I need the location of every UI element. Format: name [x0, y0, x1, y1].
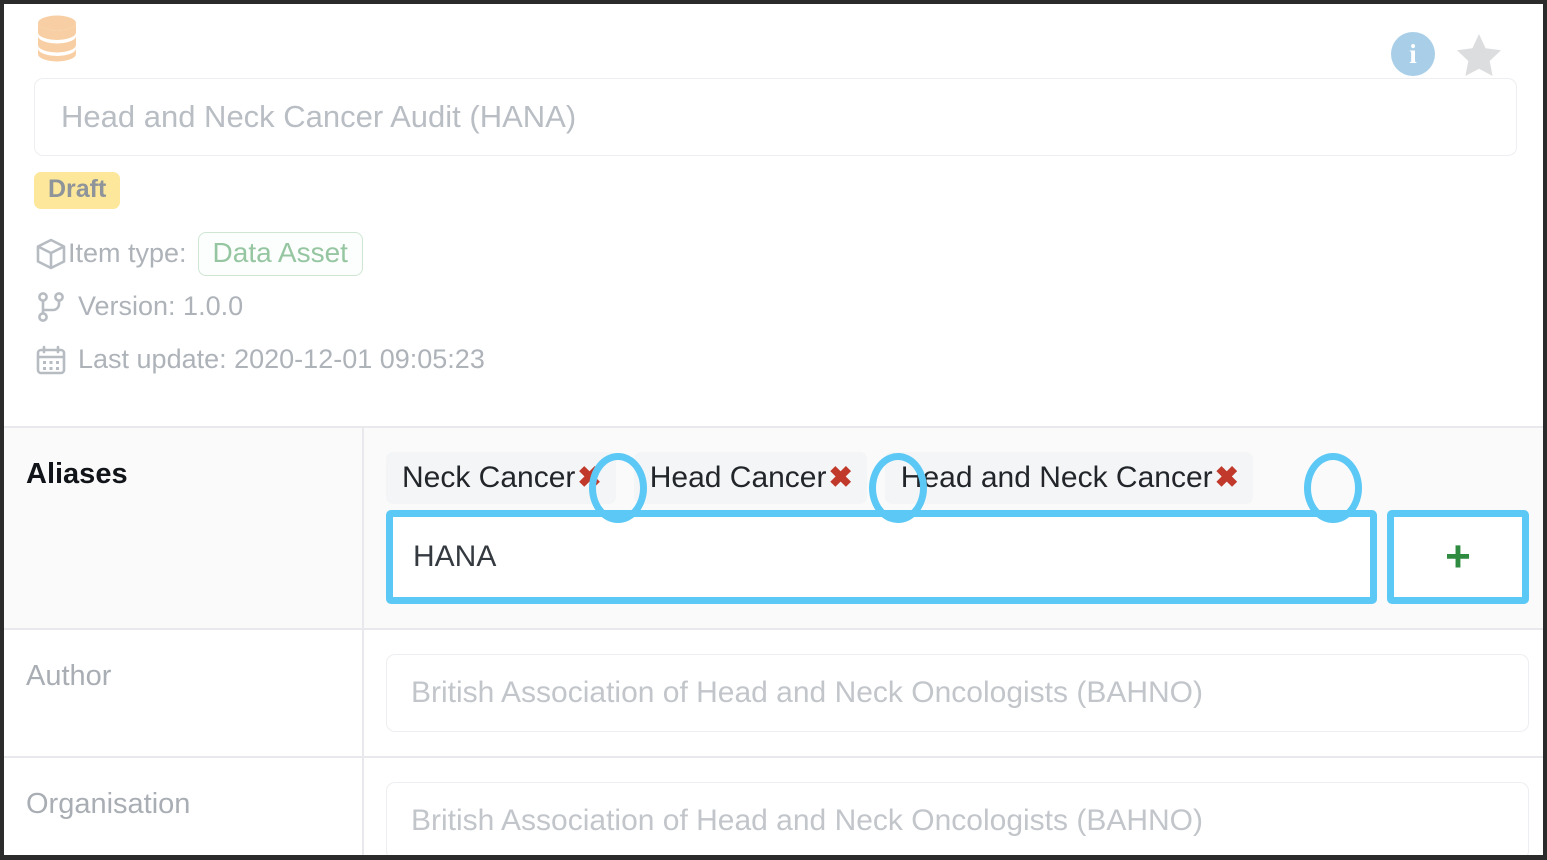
git-branch-icon [34, 290, 78, 324]
item-title-input[interactable] [34, 78, 1517, 156]
field-value-author [364, 630, 1543, 756]
field-value-aliases: Neck Cancer ✖ Head Cancer ✖ Head and Nec… [364, 428, 1543, 628]
field-table: Aliases Neck Cancer ✖ Head Cancer ✖ Head… [4, 428, 1543, 855]
alias-remove-icon[interactable]: ✖ [569, 463, 609, 493]
item-metadata: Item type: Data Asset Version: 1.0.0 Las… [34, 227, 1517, 386]
calendar-icon [34, 343, 78, 377]
info-glyph: i [1409, 38, 1417, 69]
field-value-organisation [364, 758, 1543, 855]
add-alias-button[interactable]: + [1387, 510, 1529, 604]
alias-chip[interactable]: Head Cancer ✖ [633, 452, 867, 504]
alias-remove-icon[interactable]: ✖ [1207, 463, 1247, 493]
alias-chip[interactable]: Neck Cancer ✖ [386, 452, 616, 504]
alias-chip-label: Neck Cancer [402, 461, 576, 494]
field-row-author: Author [4, 630, 1543, 758]
cube-icon [34, 237, 68, 271]
meta-last-update: Last update: 2020-12-01 09:05:23 [34, 333, 1517, 386]
version-label: Version: 1.0.0 [78, 291, 244, 321]
field-label-aliases: Aliases [4, 428, 364, 628]
author-input[interactable] [386, 654, 1529, 732]
alias-chip-list: Neck Cancer ✖ Head Cancer ✖ Head and Nec… [386, 452, 1529, 504]
title-input-wrapper [34, 78, 1517, 156]
field-label-author: Author [4, 630, 364, 756]
alias-remove-icon[interactable]: ✖ [820, 463, 860, 493]
status-badge: Draft [34, 172, 121, 209]
alias-entry-row: + [386, 510, 1529, 604]
item-type-label: Item type: [68, 238, 187, 268]
item-header: i Draft [4, 4, 1543, 428]
field-label-organisation: Organisation [4, 758, 364, 855]
info-icon[interactable]: i [1391, 32, 1435, 76]
meta-version: Version: 1.0.0 [34, 280, 1517, 333]
field-row-aliases: Aliases Neck Cancer ✖ Head Cancer ✖ Head… [4, 428, 1543, 630]
last-update-label: Last update: 2020-12-01 09:05:23 [78, 344, 485, 374]
header-actions: i [1391, 14, 1517, 78]
alias-chip-label: Head and Neck Cancer [900, 461, 1213, 494]
alias-input[interactable] [386, 510, 1377, 604]
database-icon [34, 14, 80, 62]
alias-chip[interactable]: Head and Neck Cancer ✖ [884, 452, 1253, 504]
star-icon[interactable] [1455, 30, 1503, 78]
organisation-input[interactable] [386, 782, 1529, 855]
status-badge-row: Draft [34, 172, 1517, 209]
meta-item-type: Item type: Data Asset [34, 227, 1517, 280]
alias-chip-label: Head Cancer [649, 461, 827, 494]
item-type-chip: Data Asset [197, 231, 363, 276]
item-detail-page: i Draft [0, 0, 1547, 860]
header-top-bar: i [34, 14, 1517, 76]
field-row-organisation: Organisation [4, 758, 1543, 855]
